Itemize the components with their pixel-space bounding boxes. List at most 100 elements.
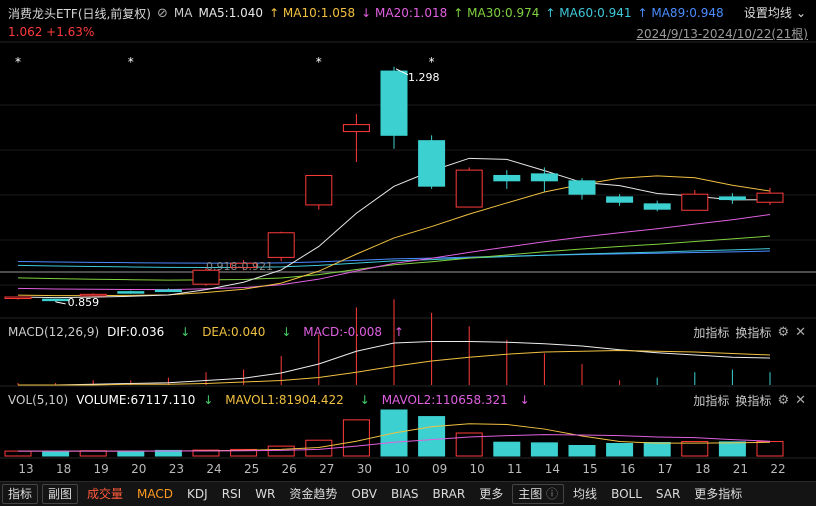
volume-bar-19 bbox=[718, 441, 746, 457]
x-axis-label: 19 bbox=[93, 462, 109, 476]
add-indicator-button[interactable]: 加指标 bbox=[693, 324, 729, 341]
x-axis-label: 10 bbox=[394, 462, 410, 476]
vol-tools: 加指标 换指标 ⚙ ✕ bbox=[687, 391, 806, 409]
tab-15[interactable]: SAR bbox=[649, 483, 687, 505]
x-axis-label: 09 bbox=[431, 462, 448, 476]
x-axis-label: 11 bbox=[507, 462, 523, 476]
candle-body-9 bbox=[342, 124, 370, 133]
volume-bar-13 bbox=[493, 441, 521, 457]
vol-name: VOL(5,10) bbox=[8, 393, 69, 407]
candle-body-18 bbox=[681, 193, 709, 211]
candle-body-4 bbox=[154, 289, 182, 293]
range-label: 0.918-0.921 bbox=[206, 260, 273, 273]
kline-chart[interactable]: * * * * 1.298 0.859 0.918-0.921 bbox=[0, 0, 816, 505]
switch-indicator-button[interactable]: 换指标 bbox=[735, 392, 771, 409]
low-pointer bbox=[55, 301, 66, 305]
candle-body-19 bbox=[718, 196, 746, 201]
help-icon[interactable]: ⓘ bbox=[542, 487, 558, 501]
volume-bar-17 bbox=[643, 442, 671, 457]
candle-body-7 bbox=[267, 232, 295, 258]
gear-icon[interactable]: ⚙ bbox=[777, 393, 789, 408]
tab-2[interactable]: 成交量 bbox=[80, 483, 130, 505]
tab-5[interactable]: RSI bbox=[215, 483, 249, 505]
x-axis-label: 16 bbox=[619, 462, 636, 476]
candle-body-16 bbox=[606, 196, 634, 203]
high-price-label: 1.298 bbox=[408, 71, 440, 84]
tab-4[interactable]: KDJ bbox=[180, 483, 215, 505]
candle-body-11 bbox=[418, 140, 446, 187]
candle-body-20 bbox=[756, 192, 784, 203]
candle-body-17 bbox=[643, 203, 671, 210]
candle-body-8 bbox=[305, 174, 333, 206]
x-axis-labels: 13 18 19 20 23 24 25 26 27 30 10 09 10 11 14 15 16 17 18 21… bbox=[0, 462, 816, 480]
add-indicator-button[interactable]: 加指标 bbox=[693, 392, 729, 409]
close-icon[interactable]: ✕ bbox=[795, 325, 806, 340]
macd-dif: DIF:0.036 bbox=[107, 325, 165, 339]
switch-indicator-button[interactable]: 换指标 bbox=[735, 324, 771, 341]
marker-star-2: * bbox=[316, 55, 322, 69]
tab-0[interactable]: 指标 bbox=[2, 484, 39, 504]
candle-body-0 bbox=[4, 296, 32, 300]
ma5-line bbox=[17, 157, 771, 299]
candle-body-14 bbox=[530, 173, 558, 182]
x-axis-label: 15 bbox=[582, 462, 598, 476]
volume-bar-9 bbox=[342, 419, 370, 457]
macd-dea: ↓ DEA:0.040 bbox=[180, 325, 266, 339]
tab-1[interactable]: 副图 bbox=[42, 484, 79, 504]
vol-mavol1: ↓ MAVOL1:81904.422 bbox=[203, 393, 344, 407]
marker-star-0: * bbox=[15, 55, 21, 69]
candle-body-15 bbox=[568, 180, 596, 195]
x-axis-label: 30 bbox=[356, 462, 373, 476]
candle-body-3 bbox=[117, 291, 145, 294]
x-axis-label: 20 bbox=[131, 462, 147, 476]
gear-icon[interactable]: ⚙ bbox=[777, 325, 789, 340]
volume-bar-15 bbox=[568, 444, 596, 457]
x-axis-label: 26 bbox=[281, 462, 297, 476]
low-price-label: 0.859 bbox=[68, 296, 100, 309]
volume-bar-14 bbox=[530, 442, 558, 457]
tab-3[interactable]: MACD bbox=[130, 483, 180, 505]
tab-12[interactable]: 主图 ⓘ bbox=[512, 484, 565, 504]
volume-bar-20 bbox=[756, 441, 784, 457]
volume-bar-7 bbox=[267, 445, 295, 457]
tab-9[interactable]: BIAS bbox=[384, 483, 426, 505]
macd-value: ↓ MACD:-0.008 ↑ bbox=[281, 325, 404, 339]
candle-body-12 bbox=[455, 169, 483, 208]
close-icon[interactable]: ✕ bbox=[795, 393, 806, 408]
tab-6[interactable]: WR bbox=[248, 483, 282, 505]
x-axis-label: 25 bbox=[243, 462, 260, 476]
x-axis-label: 18 bbox=[695, 462, 711, 476]
volume-bar-1 bbox=[42, 450, 70, 457]
volume-bar-3 bbox=[117, 450, 145, 457]
vol-header: VOL(5,10) VOLUME:67117.110 ↓ MAVOL1:8190… bbox=[8, 391, 546, 409]
vol-mavol2: ↓ MAVOL2:110658.321 ↓ bbox=[359, 393, 530, 407]
macd-name: MACD(12,26,9) bbox=[8, 325, 100, 339]
candle-body-1 bbox=[42, 298, 70, 302]
macd-header: MACD(12,26,9) DIF:0.036 ↓ DEA:0.040 ↓ MA… bbox=[8, 323, 420, 341]
tab-7[interactable]: 资金趋势 bbox=[282, 483, 344, 505]
candle-body-10 bbox=[380, 70, 408, 136]
tab-8[interactable]: OBV bbox=[344, 483, 384, 505]
ma30-line bbox=[17, 235, 771, 281]
tab-16[interactable]: 更多指标 bbox=[687, 483, 749, 505]
volume-bar-18 bbox=[681, 441, 709, 457]
x-axis-label: 10 bbox=[469, 462, 485, 476]
marker-star-1: * bbox=[128, 55, 134, 69]
x-axis-label: 14 bbox=[544, 462, 561, 476]
candle-body-13 bbox=[493, 174, 521, 182]
tab-13[interactable]: 均线 bbox=[566, 483, 604, 505]
marker-star-3: * bbox=[429, 55, 435, 69]
x-axis-label: 13 bbox=[18, 462, 34, 476]
x-axis-label: 24 bbox=[206, 462, 222, 476]
macd-tools: 加指标 换指标 ⚙ ✕ bbox=[687, 323, 806, 341]
tab-14[interactable]: BOLL bbox=[604, 483, 649, 505]
tab-11[interactable]: 更多 bbox=[472, 483, 510, 505]
x-axis-label: 18 bbox=[55, 462, 72, 476]
x-axis-label: 22 bbox=[770, 462, 786, 476]
x-axis-label: 21 bbox=[732, 462, 749, 476]
volume-bar-16 bbox=[606, 443, 634, 457]
indicator-tab-bar: 指标 副图 成交量 MACD KDJ RSI WR 资金趋势 OBV BIAS BRAR 更多 主图 ⓘ… bbox=[0, 481, 816, 506]
vol-volume: VOLUME:67117.110 bbox=[76, 393, 196, 407]
x-axis-label: 23 bbox=[168, 462, 185, 476]
tab-10[interactable]: BRAR bbox=[426, 483, 473, 505]
